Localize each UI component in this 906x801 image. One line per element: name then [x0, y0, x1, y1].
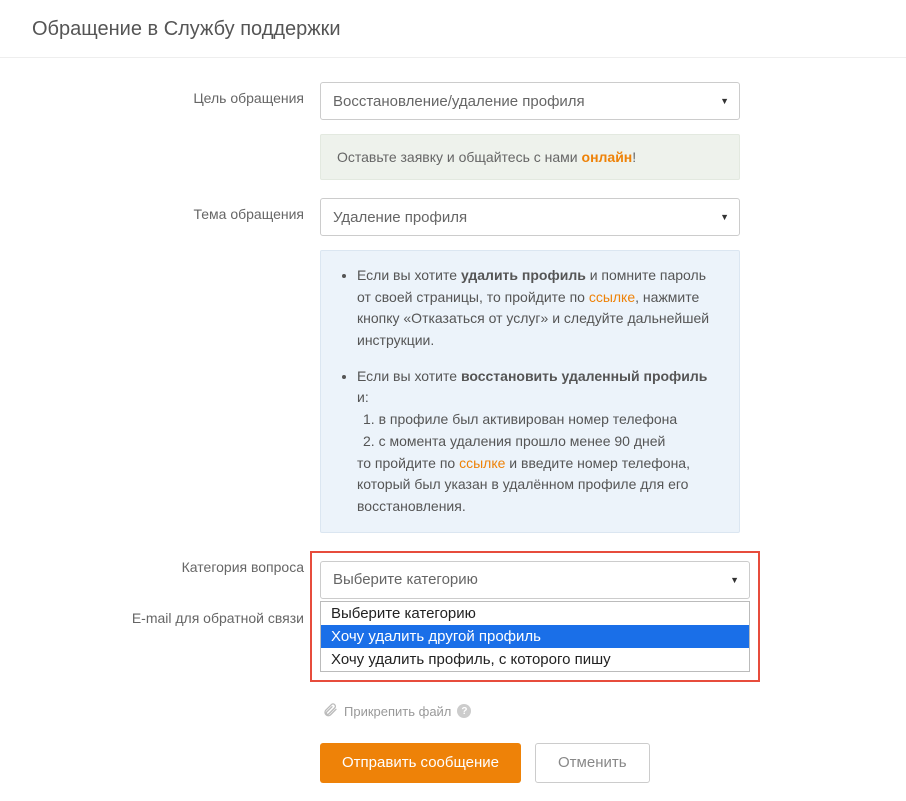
chevron-down-icon: ▼ [730, 575, 739, 585]
restore-profile-link[interactable]: ссылке [459, 455, 505, 471]
category-option-placeholder[interactable]: Выберите категорию [321, 602, 749, 625]
info-item-restore: Если вы хотите восстановить удаленный пр… [357, 366, 721, 518]
delete-profile-link[interactable]: ссылке [589, 289, 635, 305]
category-dropdown: Выберите категорию Хочу удалить другой п… [320, 601, 750, 672]
row-actions: Прикрепить файл ? Отправить сообщение От… [32, 696, 906, 783]
label-topic: Тема обращения [32, 198, 320, 222]
attach-label: Прикрепить файл [344, 704, 451, 719]
row-topic: Тема обращения Удаление профиля ▼ Если в… [32, 198, 906, 533]
category-placeholder: Выберите категорию [333, 571, 478, 588]
notice-text-pre: Оставьте заявку и общайтесь с нами [337, 149, 582, 165]
category-select[interactable]: Выберите категорию ▼ [320, 561, 750, 599]
cancel-button[interactable]: Отменить [535, 743, 650, 783]
support-form: Цель обращения Восстановление/удаление п… [0, 58, 906, 783]
notice-online-link[interactable]: онлайн [582, 149, 633, 165]
row-category: Категория вопроса Выберите категорию ▼ В… [32, 551, 906, 682]
chevron-down-icon: ▼ [720, 212, 729, 222]
label-category: Категория вопроса [32, 551, 320, 575]
page-title: Обращение в Службу поддержки [0, 0, 906, 57]
topic-select[interactable]: Удаление профиля ▼ [320, 198, 740, 236]
online-notice: Оставьте заявку и общайтесь с нами онлай… [320, 134, 740, 180]
info-box: Если вы хотите удалить профиль и помните… [320, 250, 740, 533]
info-item-delete: Если вы хотите удалить профиль и помните… [357, 265, 721, 352]
category-option-delete-other[interactable]: Хочу удалить другой профиль [321, 625, 749, 648]
help-icon[interactable]: ? [457, 704, 471, 718]
notice-text-post: ! [632, 149, 636, 165]
submit-button[interactable]: Отправить сообщение [320, 743, 521, 783]
paperclip-icon [322, 702, 338, 721]
purpose-select[interactable]: Восстановление/удаление профиля ▼ [320, 82, 740, 120]
label-purpose: Цель обращения [32, 82, 320, 106]
row-purpose: Цель обращения Восстановление/удаление п… [32, 82, 906, 180]
purpose-value: Восстановление/удаление профиля [333, 93, 585, 110]
topic-value: Удаление профиля [333, 209, 467, 226]
attach-file[interactable]: Прикрепить файл ? [322, 702, 740, 721]
chevron-down-icon: ▼ [720, 96, 729, 106]
category-option-delete-current[interactable]: Хочу удалить профиль, с которого пишу [321, 648, 749, 671]
highlight-box: Выберите категорию ▼ Выберите категорию … [310, 551, 760, 682]
